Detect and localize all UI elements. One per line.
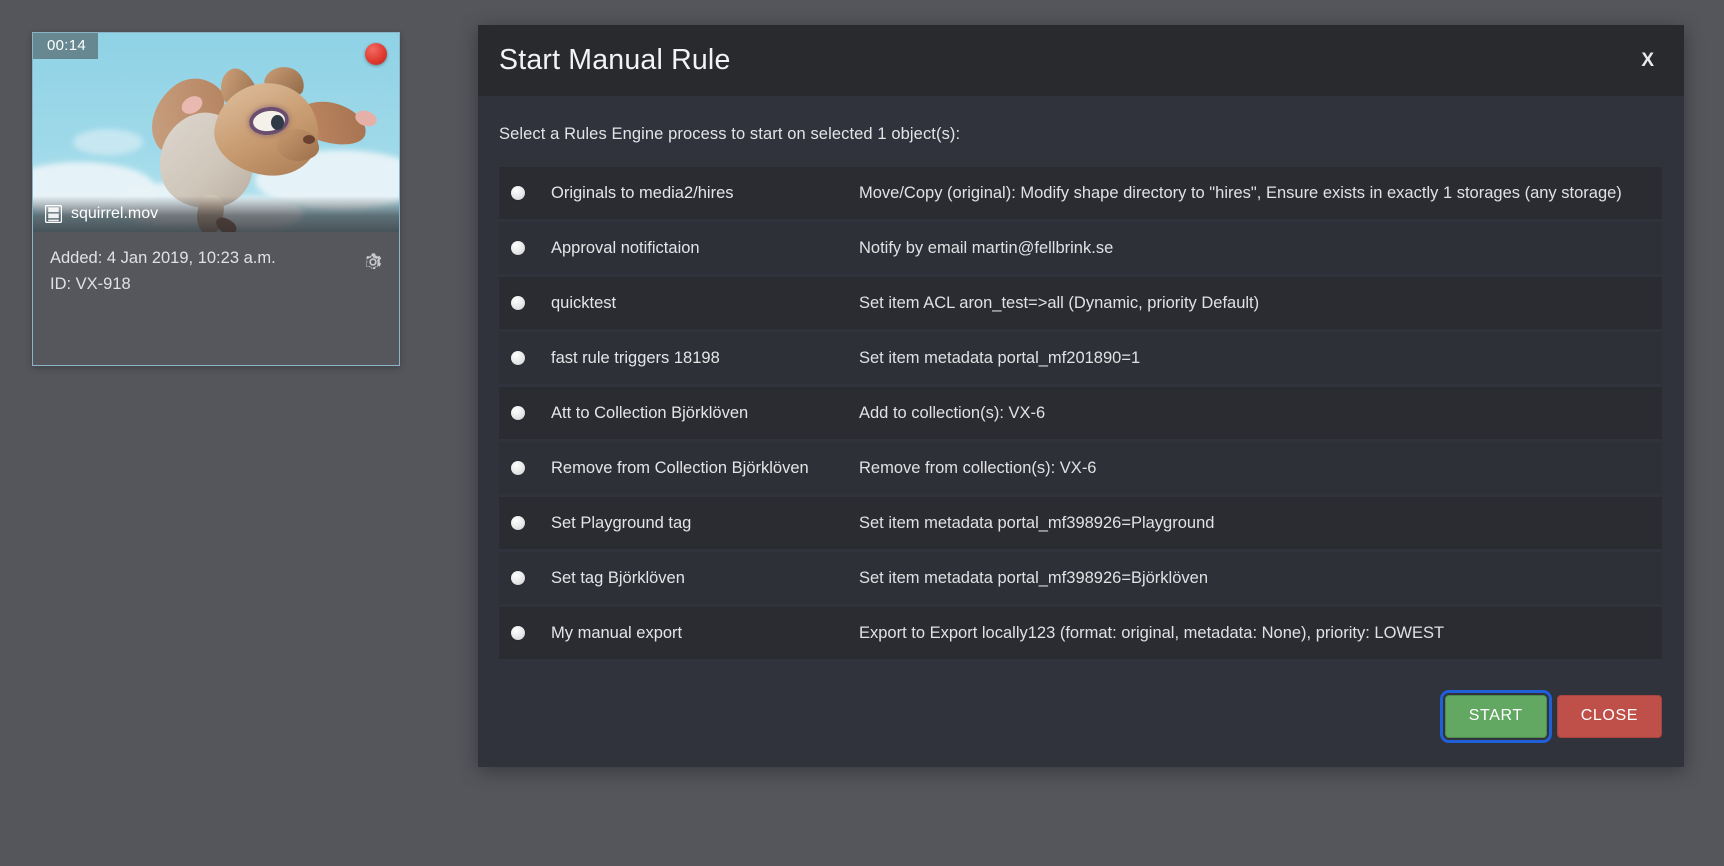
rule-description-label: Set item metadata portal_mf398926=Björkl… [859, 568, 1208, 587]
rule-radio-button[interactable] [511, 186, 525, 200]
rule-description-label: Export to Export locally123 (format: ori… [859, 623, 1445, 642]
dialog-instruction: Select a Rules Engine process to start o… [499, 125, 961, 143]
record-dot-icon [365, 43, 387, 65]
rule-radio-button[interactable] [511, 351, 525, 365]
rule-name-label: Approval notifictaion [551, 238, 700, 257]
rule-description-label: Notify by email martin@fellbrink.se [859, 238, 1114, 257]
rule-radio-button[interactable] [511, 296, 525, 310]
dialog-body: Select a Rules Engine process to start o… [478, 96, 1684, 659]
rule-radio-button[interactable] [511, 406, 525, 420]
rule-row[interactable]: Set tag Björklöven Set item metadata port… [499, 552, 1662, 604]
rule-row[interactable]: Att to Collection Björklöven Add to colle… [499, 387, 1662, 439]
rule-name-label: Remove from Collection Björklöven [551, 458, 809, 477]
rule-name-label: quicktest [551, 293, 617, 312]
rule-radio-button[interactable] [511, 571, 525, 585]
rule-description-label: Set item metadata portal_mf398926=Playgr… [859, 513, 1215, 532]
dialog-header: Start Manual Rule X [478, 25, 1684, 96]
rule-radio-button[interactable] [511, 626, 525, 640]
rule-row[interactable]: Remove from Collection Björklöven Remove … [499, 442, 1662, 494]
dialog-footer: START CLOSE [478, 659, 1684, 767]
rule-name-label: My manual export [551, 623, 683, 642]
asset-metadata: Added: 4 Jan 2019, 10:23 a.m. ID: VX-918 [33, 232, 399, 297]
rule-name-label: Originals to media2/hires [551, 183, 734, 202]
filename-bar: squirrel.mov [33, 196, 399, 232]
rule-row[interactable]: Set Playground tag Set item metadata port… [499, 497, 1662, 549]
rule-row[interactable]: Approval notifictaion Notify by email mar… [499, 222, 1662, 274]
rule-row[interactable]: Originals to media2/hires Move/Copy (orig… [499, 167, 1662, 219]
asset-card[interactable]: 00:14 squirrel.mov Added: 4 Jan 2019, 10… [32, 32, 400, 366]
rule-description-label: Remove from collection(s): VX-6 [859, 458, 1097, 477]
start-button[interactable]: START [1439, 690, 1552, 743]
rule-radio-button[interactable] [511, 516, 525, 530]
rule-description-label: Add to collection(s): VX-6 [859, 403, 1046, 422]
rule-name-label: Att to Collection Björklöven [551, 403, 749, 422]
rule-description-label: Set item ACL aron_test=>all (Dynamic, pr… [859, 293, 1260, 312]
video-thumbnail[interactable]: 00:14 squirrel.mov [33, 33, 399, 232]
added-date-label: Added: 4 Jan 2019, 10:23 a.m. [50, 249, 276, 267]
asset-id-label: ID: VX-918 [50, 274, 131, 293]
rule-name-label: Set tag Björklöven [551, 568, 685, 587]
film-strip-icon [45, 205, 62, 223]
start-manual-rule-dialog: Start Manual Rule X Select a Rules Engin… [478, 25, 1684, 767]
rule-description-label: Set item metadata portal_mf201890=1 [859, 348, 1141, 367]
rule-list: Originals to media2/hires Move/Copy (orig… [499, 167, 1662, 659]
close-icon[interactable]: X [1633, 47, 1662, 74]
gear-icon[interactable] [361, 250, 385, 274]
page-title: Start Manual Rule [499, 44, 731, 76]
rule-radio-button[interactable] [511, 241, 525, 255]
filename-label: squirrel.mov [71, 205, 159, 222]
rule-description-label: Move/Copy (original): Modify shape direc… [859, 183, 1622, 202]
rule-name-label: fast rule triggers 18198 [551, 348, 720, 367]
rule-row[interactable]: fast rule triggers 18198 Set item metadat… [499, 332, 1662, 384]
rule-row[interactable]: quicktest Set item ACL aron_test=>all (Dy… [499, 277, 1662, 329]
rule-radio-button[interactable] [511, 461, 525, 475]
rule-row[interactable]: My manual export Export to Export locally… [499, 607, 1662, 659]
duration-badge: 00:14 [33, 33, 99, 59]
rule-name-label: Set Playground tag [551, 513, 692, 532]
close-button[interactable]: CLOSE [1556, 695, 1662, 738]
